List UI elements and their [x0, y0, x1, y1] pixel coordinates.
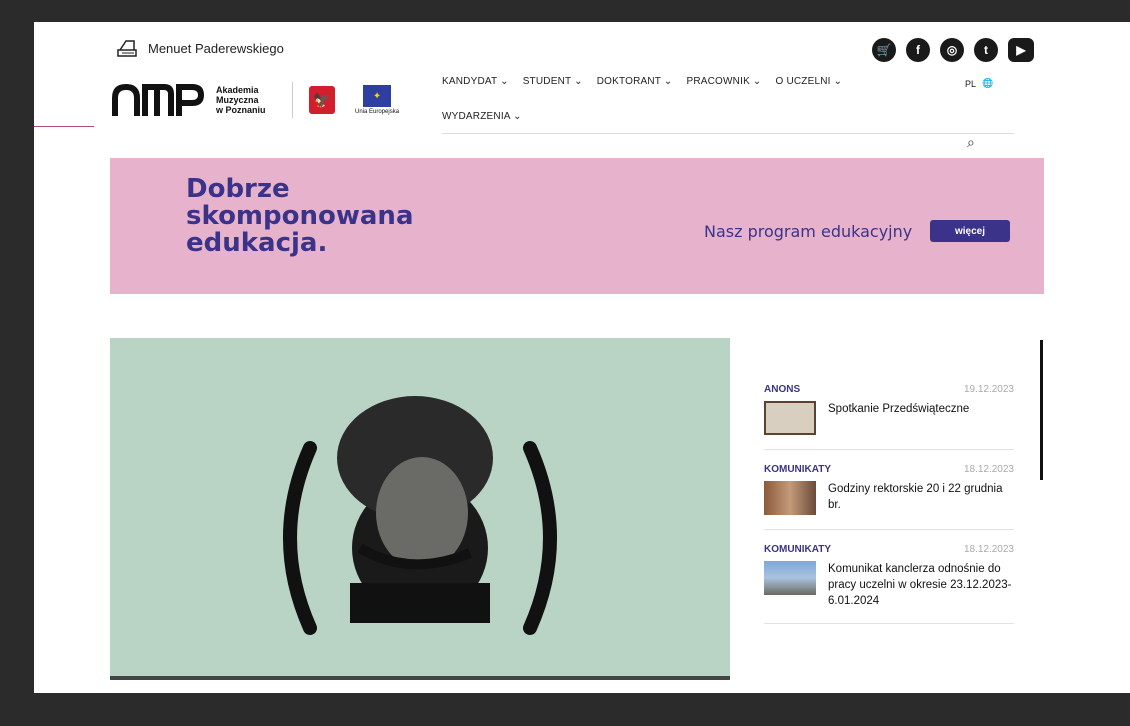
eu-logo: ✦ Unia Europejska: [355, 85, 399, 115]
news-title: Spotkanie Przedświąteczne: [828, 403, 970, 415]
nav-doktorant[interactable]: DOKTORANT ⌄: [597, 76, 673, 87]
hero-image[interactable]: [110, 338, 730, 678]
academy-name: Akademia Muzyczna w Poznaniu: [216, 85, 266, 115]
decorative-line: [34, 126, 94, 127]
nav-student[interactable]: STUDENT ⌄: [523, 76, 583, 87]
news-date: 18.12.2023: [963, 464, 1014, 475]
news-title: Godziny rektorskie 20 i 22 grudnia br.: [828, 483, 1003, 511]
hero-progress-bar: [110, 676, 730, 680]
portrait-collar: [350, 583, 490, 623]
nav-wydarzenia[interactable]: WYDARZENIA ⌄: [442, 111, 522, 122]
twitter-icon[interactable]: t: [974, 38, 998, 62]
language-switcher[interactable]: PL 🌐: [965, 78, 993, 89]
paderewski-portrait: [283, 396, 557, 635]
news-thumbnail: [764, 481, 816, 515]
list-item[interactable]: KOMUNIKATY 18.12.2023 Godziny rektorskie…: [764, 464, 1014, 530]
shop-icon[interactable]: 🛒: [872, 38, 896, 62]
eu-flag-icon: ✦: [363, 85, 392, 107]
menuet-label: Menuet Paderewskiego: [148, 40, 284, 56]
news-category: ANONS: [764, 384, 801, 395]
list-item[interactable]: ANONS 19.12.2023 Spotkanie Przedświątecz…: [764, 384, 1014, 450]
promo-banner: Dobrze skomponowana edukacja. Nasz progr…: [110, 158, 1044, 294]
program-link[interactable]: Nasz program edukacyjny: [704, 222, 912, 241]
main-nav: KANDYDAT ⌄ STUDENT ⌄ DOKTORANT ⌄ PRACOWN…: [442, 76, 1014, 134]
news-date: 18.12.2023: [963, 544, 1014, 555]
amp-logo-icon: [112, 84, 204, 116]
instagram-icon[interactable]: ◎: [940, 38, 964, 62]
piano-icon: [117, 40, 137, 57]
nav-pracownik[interactable]: PRACOWNIK ⌄: [686, 76, 761, 87]
news-scrollbar[interactable]: [1040, 340, 1043, 480]
list-item[interactable]: KOMUNIKATY 18.12.2023 Komunikat kanclerz…: [764, 544, 1014, 624]
lang-label: PL: [965, 78, 977, 89]
globe-icon: 🌐: [982, 78, 994, 88]
facebook-icon[interactable]: f: [906, 38, 930, 62]
nav-kandydat[interactable]: KANDYDAT ⌄: [442, 76, 509, 87]
logo-separator: [292, 82, 293, 118]
browser-page: Menuet Paderewskiego 🛒 f ◎ t ▶ Akademia …: [34, 22, 1130, 693]
search-icon[interactable]: ⌕: [967, 134, 975, 151]
social-links: 🛒 f ◎ t ▶: [872, 38, 1034, 62]
news-date: 19.12.2023: [963, 384, 1014, 395]
youtube-icon[interactable]: ▶: [1008, 38, 1034, 62]
news-category: KOMUNIKATY: [764, 464, 832, 475]
news-thumbnail: [764, 561, 816, 595]
polish-eagle-icon: 🦅: [309, 86, 335, 114]
nav-o-uczelni[interactable]: O UCZELNI ⌄: [776, 76, 843, 87]
news-thumbnail: [764, 401, 816, 435]
news-title: Komunikat kanclerza odnośnie do pracy uc…: [828, 563, 1012, 607]
news-category: KOMUNIKATY: [764, 544, 832, 555]
menuet-link[interactable]: Menuet Paderewskiego: [116, 38, 284, 58]
news-list: ANONS 19.12.2023 Spotkanie Przedświątecz…: [764, 384, 1014, 638]
amp-logo[interactable]: Akademia Muzyczna w Poznaniu 🦅 ✦ Unia Eu…: [112, 82, 399, 118]
banner-slogan: Dobrze skomponowana edukacja.: [186, 174, 414, 258]
portrait-face: [376, 457, 468, 569]
more-button[interactable]: więcej: [930, 220, 1010, 242]
right-parenthesis-icon: [523, 441, 557, 635]
left-parenthesis-icon: [283, 441, 317, 635]
